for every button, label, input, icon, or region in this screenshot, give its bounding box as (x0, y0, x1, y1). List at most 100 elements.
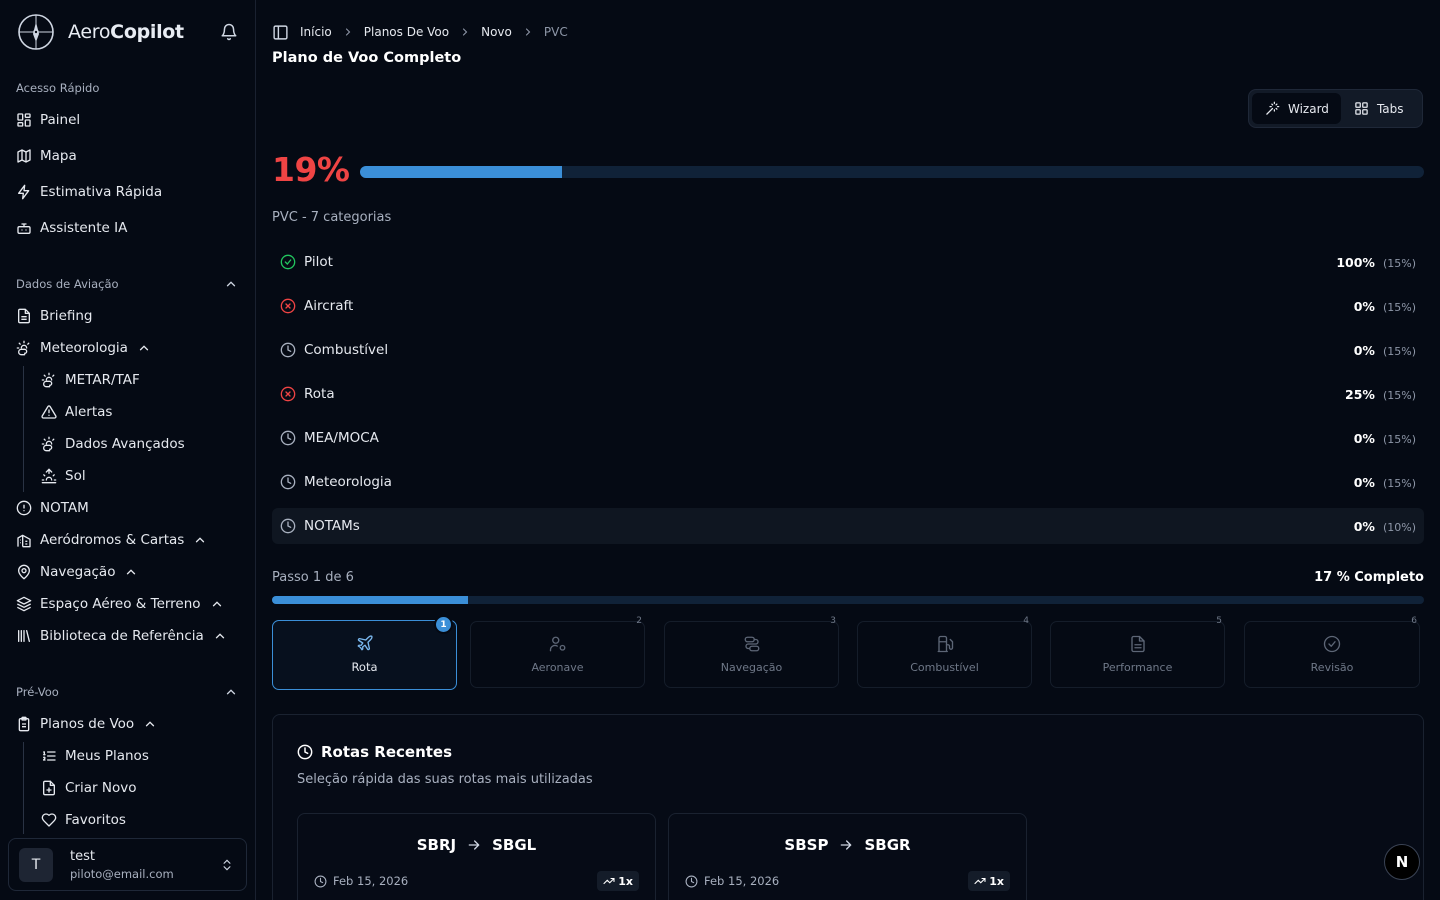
route-usage-count: 1x (989, 874, 1004, 888)
sidebar-item-meus-planos[interactable]: Meus Planos (41, 744, 149, 768)
sidebar-item-briefing[interactable]: Briefing (16, 304, 93, 328)
sidebar-item-label: Biblioteca de Referência (40, 628, 204, 644)
sidebar-item-label: Navegação (40, 564, 116, 580)
wizard-step-text: Passo 1 de 6 (272, 570, 354, 585)
sidebar-item-alertas[interactable]: Alertas (41, 400, 112, 424)
breadcrumb-planos[interactable]: Planos De Voo (364, 25, 449, 39)
route-usage-badge: 1x (597, 871, 639, 891)
user-menu[interactable]: T test piloto@email.com (8, 838, 247, 891)
category-name: MEA/MOCA (304, 430, 379, 446)
user-settings-icon (549, 636, 565, 652)
arrow-right-icon (841, 840, 853, 850)
breadcrumb-current: PVC (543, 25, 568, 39)
chevron-up-icon[interactable] (224, 277, 238, 291)
brand[interactable]: AeroCopilot (16, 12, 240, 52)
route-origin: SBSP (784, 836, 829, 854)
sidebar-item-navegacao[interactable]: Navegação (16, 560, 138, 584)
sidebar-item-criar-novo[interactable]: Criar Novo (41, 776, 136, 800)
wizard-step-6[interactable]: Revisão 6 (1244, 616, 1420, 688)
sidebar-item-notam[interactable]: NOTAM (16, 496, 89, 520)
category-score: 0% (15%) (1354, 475, 1416, 490)
sidebar-item-label: Criar Novo (65, 780, 137, 796)
wizard-mode-button[interactable]: Wizard (1252, 93, 1341, 124)
sidebar-item-label: Favoritos (65, 812, 126, 828)
grid-icon (1355, 102, 1368, 115)
category-row[interactable]: NOTAMs 0% (10%) (272, 508, 1424, 544)
breadcrumb: Início Planos De Voo Novo PVC (272, 22, 568, 42)
route-card[interactable]: SBSP SBGR Feb 15, 2026 1x (668, 813, 1027, 900)
chevron-right-icon (525, 28, 531, 36)
wizard-step-1[interactable]: Rota 1 (272, 615, 457, 690)
check-circle-icon (280, 254, 296, 270)
compass-logo-icon (18, 14, 54, 50)
cloud-sun-icon (41, 436, 55, 452)
sidebar-item-sol[interactable]: Sol (41, 464, 86, 488)
bell-icon[interactable] (220, 23, 238, 41)
chevron-up-icon[interactable] (224, 685, 238, 699)
wizard-step-2[interactable]: Aeronave 2 (470, 616, 645, 688)
category-row[interactable]: Meteorologia 0% (15%) (272, 464, 1424, 500)
overall-progress-bar (360, 166, 1424, 178)
category-percent: 0% (1353, 430, 1375, 446)
sidebar-item-metar[interactable]: METAR/TAF (41, 368, 140, 392)
sidebar-item-favoritos[interactable]: Favoritos (41, 808, 126, 832)
user-meta: test piloto@email.com (70, 849, 174, 881)
category-score: 25% (15%) (1345, 387, 1416, 402)
sidebar-item-planos[interactable]: Planos de Voo (16, 712, 157, 736)
tabs-mode-button[interactable]: Tabs (1341, 93, 1416, 124)
category-row[interactable]: Combustível 0% (15%) (272, 332, 1424, 368)
sidebar-item-painel[interactable]: Painel (16, 108, 80, 132)
sidebar-toggle-icon[interactable] (272, 24, 289, 41)
wizard-step-label: Revisão (1310, 661, 1354, 674)
sidebar-item-meteorologia[interactable]: Meteorologia (16, 336, 151, 360)
category-row[interactable]: Pilot 100% (15%) (272, 244, 1424, 280)
sidebar-item-mapa[interactable]: Mapa (16, 144, 77, 168)
tree-line (23, 366, 24, 492)
list-ordered-icon (42, 751, 56, 761)
sidebar-item-label: Meteorologia (40, 340, 128, 356)
trending-up-icon (974, 877, 986, 885)
library-icon (18, 630, 30, 642)
sidebar-item-biblioteca[interactable]: Biblioteca de Referência (16, 624, 227, 648)
category-row[interactable]: Aircraft 0% (15%) (272, 288, 1424, 324)
route-origin: SBRJ (416, 836, 457, 854)
section-label-prevoo: Pré-Voo (16, 685, 59, 699)
route-card[interactable]: SBRJ SBGL Feb 15, 2026 1x (297, 813, 656, 900)
building-icon (17, 534, 31, 548)
categories-subtitle: PVC - 7 categorias (272, 210, 392, 225)
document-icon (1130, 635, 1145, 653)
sidebar-item-label: Aeródromos & Cartas (40, 532, 185, 548)
breadcrumb-inicio[interactable]: Início (300, 25, 332, 39)
page-title: Plano de Voo Completo (272, 50, 462, 66)
plane-icon (357, 635, 373, 651)
clock-icon (314, 875, 327, 887)
sidebar-item-label: Dados Avançados (65, 436, 185, 452)
sidebar-item-dados-avancados[interactable]: Dados Avançados (41, 432, 185, 456)
dev-indicator-button[interactable]: N (1384, 844, 1420, 880)
avatar: T (19, 847, 53, 882)
wizard-step-4[interactable]: Combustível 4 (857, 616, 1032, 688)
arrow-right-icon (468, 840, 480, 850)
category-name: Pilot (304, 254, 333, 270)
sidebar-item-espaco-aereo[interactable]: Espaço Aéreo & Terreno (16, 592, 224, 616)
category-weight: (15%) (1382, 388, 1416, 402)
sidebar-item-assistente[interactable]: Assistente IA (16, 216, 127, 240)
clipboard-icon (18, 716, 30, 732)
sidebar-item-label: Alertas (65, 404, 113, 420)
sidebar-item-aerodromos[interactable]: Aeródromos & Cartas (16, 528, 207, 552)
category-name: Meteorologia (304, 474, 392, 490)
user-name: test (70, 848, 95, 864)
sidebar-item-label: Espaço Aéreo & Terreno (40, 596, 201, 612)
sidebar-item-estimativa[interactable]: Estimativa Rápida (16, 180, 162, 204)
wizard-label: Wizard (1288, 101, 1329, 116)
sidebar: AeroCopilot Acesso Rápido Painel Mapa Es… (0, 0, 256, 900)
tree-line (23, 742, 24, 834)
breadcrumb-novo[interactable]: Novo (481, 25, 512, 39)
wizard-step-5[interactable]: Performance 5 (1050, 616, 1225, 688)
chevron-up-icon (212, 601, 221, 607)
file-text-icon (18, 308, 30, 324)
sidebar-item-label: Mapa (40, 148, 77, 164)
wizard-step-3[interactable]: Navegação 3 (664, 616, 839, 688)
category-row[interactable]: MEA/MOCA 0% (15%) (272, 420, 1424, 456)
category-row[interactable]: Rota 25% (15%) (272, 376, 1424, 412)
